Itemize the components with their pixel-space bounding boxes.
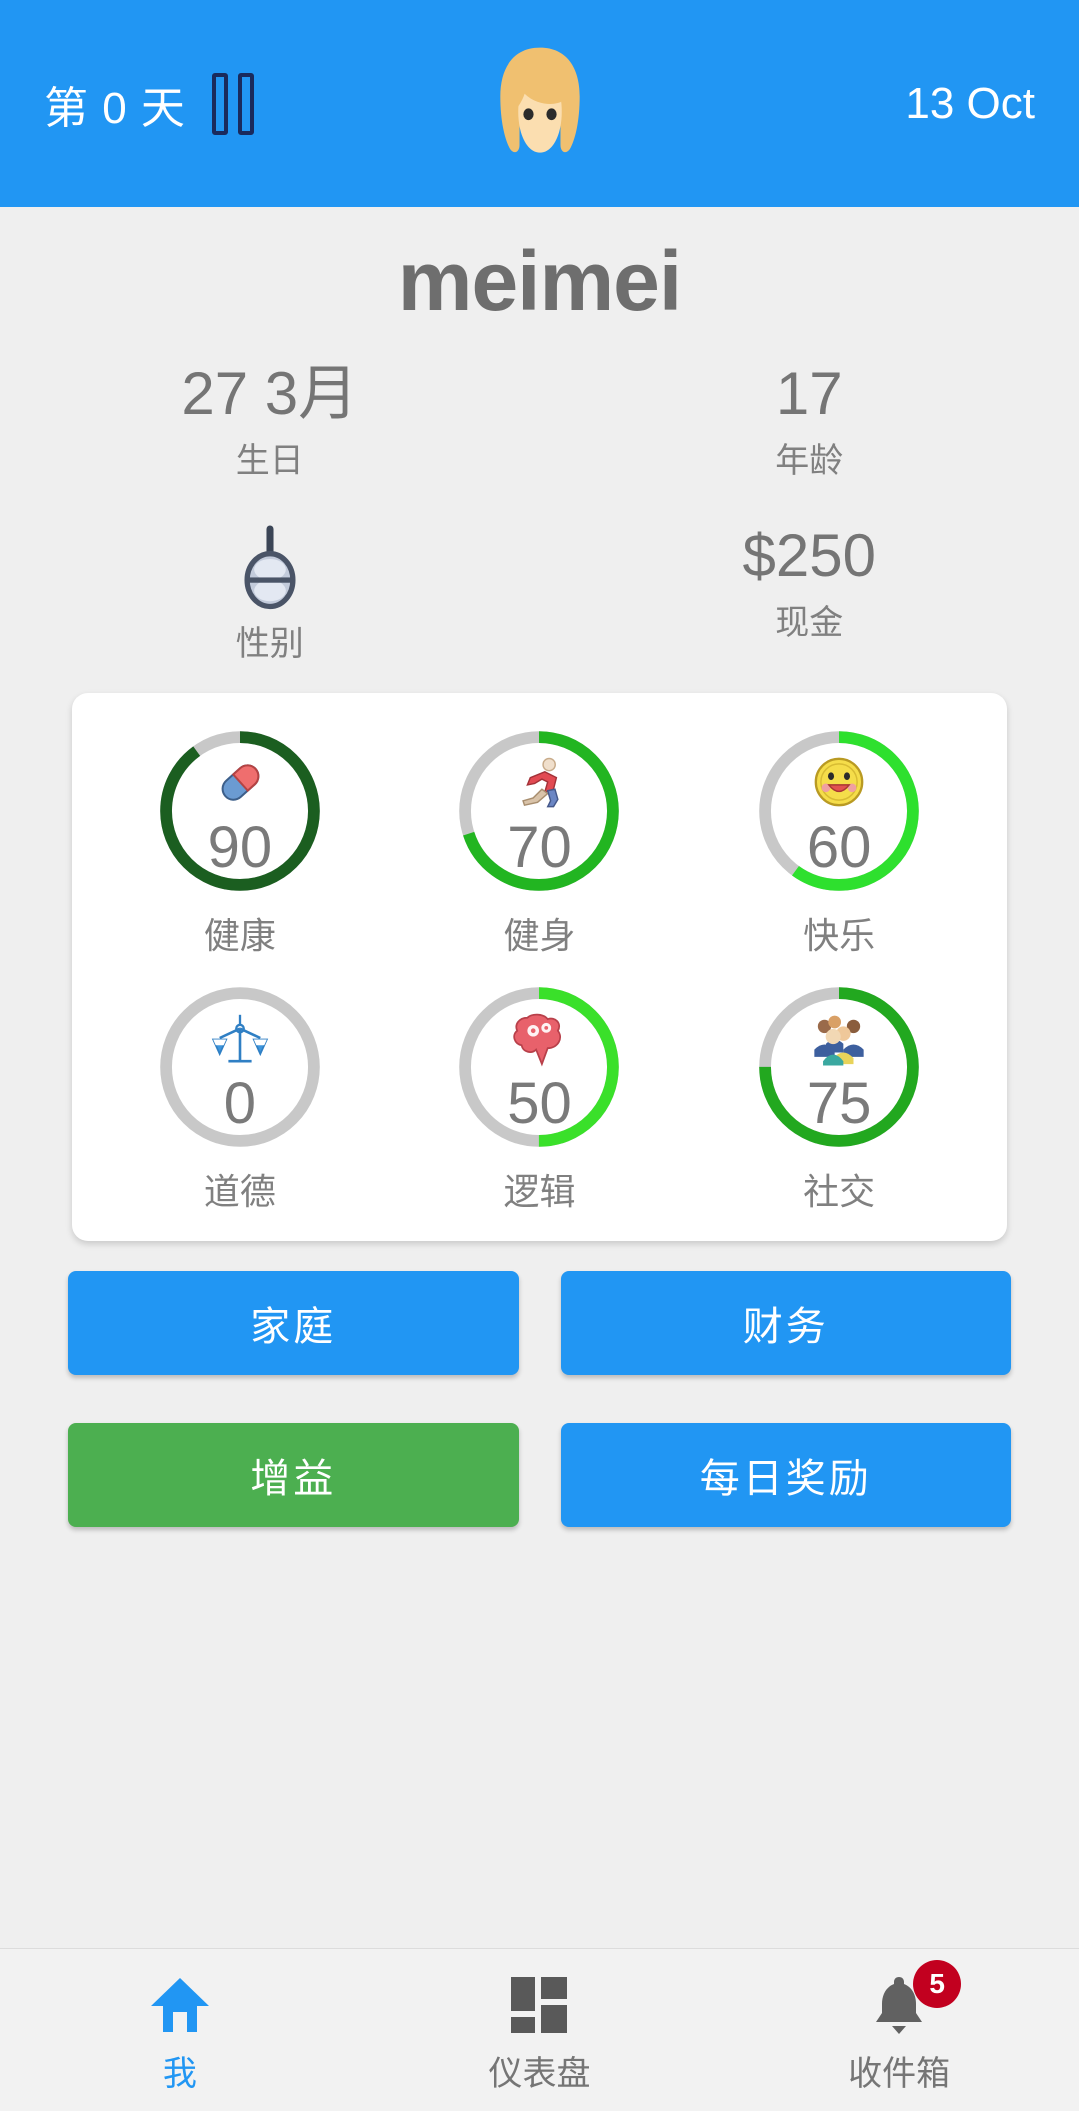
attribute-happiness[interactable]: 60 快乐: [689, 727, 989, 959]
attribute-social[interactable]: 75 社交: [689, 983, 989, 1215]
pause-bar-left: [211, 72, 228, 135]
attribute-health[interactable]: 90 健康: [90, 727, 390, 959]
attribute-label: 逻辑: [503, 1171, 576, 1213]
attribute-label: 健康: [203, 915, 276, 957]
inbox-badge: 5: [913, 1959, 962, 2008]
people-group-icon: [810, 1009, 868, 1067]
attribute-value: 70: [507, 815, 572, 881]
attributes-card: 90 健康 70 健身 60 快乐 0 道德 50 逻辑 75 社交: [72, 693, 1007, 1242]
attribute-label: 健身: [503, 915, 576, 957]
finance-button[interactable]: 财务: [560, 1271, 1011, 1376]
page-title: meimei: [397, 234, 683, 328]
pause-bar-right: [237, 72, 254, 135]
attribute-label: 快乐: [803, 915, 876, 957]
header-left-group: 第 0 天: [44, 72, 254, 136]
stat-age-label: 年龄: [775, 442, 844, 481]
daily-reward-button[interactable]: 每日奖励: [560, 1423, 1011, 1528]
attributes-row-2: 0 道德 50 逻辑 75 社交: [90, 983, 989, 1215]
attribute-value: 75: [806, 1071, 872, 1137]
buffs-button[interactable]: 增益: [68, 1423, 519, 1528]
bell-icon: 5: [871, 1959, 962, 2036]
attributes-row-1: 90 健康 70 健身 60 快乐: [90, 727, 989, 959]
stat-gender-label: 性别: [235, 625, 304, 664]
nav-item-dashboard[interactable]: 仪表盘: [360, 1949, 720, 2111]
nav-label-me: 我: [162, 2054, 197, 2093]
stat-age: 17 年龄: [540, 360, 1079, 482]
nav-item-inbox[interactable]: 5 收件箱: [719, 1949, 1079, 2111]
profile-stat-grid: 27 3月 生日 17 年龄 性别 $250 现金: [0, 360, 1079, 665]
profile-section: meimei 27 3月 生日 17 年龄 性别 $250 现金: [0, 207, 1079, 665]
nav-item-me[interactable]: 我: [0, 1949, 360, 2111]
attribute-label: 社交: [803, 1171, 876, 1213]
family-button[interactable]: 家庭: [68, 1271, 519, 1376]
attribute-value: 0: [223, 1071, 256, 1137]
attribute-ring: 50: [455, 983, 623, 1151]
app-header: 第 0 天 13 Oct: [0, 0, 1079, 207]
attribute-ring: 75: [755, 983, 923, 1151]
app-root: 第 0 天 13 Oct meimei 27 3月 生日 17 年龄 性别 $2…: [0, 0, 1079, 2111]
stat-cash-label: 现金: [775, 604, 844, 643]
attribute-morality[interactable]: 0 道德: [90, 983, 390, 1215]
home-icon: [149, 1974, 211, 2036]
stat-gender-value: [234, 522, 306, 610]
neuter-gender-icon: [244, 525, 296, 610]
avatar[interactable]: [476, 40, 604, 168]
pill-icon: [211, 753, 269, 811]
stat-age-value: 17: [775, 360, 843, 427]
attribute-fitness[interactable]: 70 健身: [390, 727, 690, 959]
attribute-logic[interactable]: 50 逻辑: [390, 983, 690, 1215]
attribute-ring: 70: [455, 727, 623, 895]
brain-icon: [510, 1009, 568, 1067]
attribute-ring: 0: [156, 983, 324, 1151]
blonde-woman-avatar-icon: [499, 47, 580, 153]
action-buttons: 家庭 财务 增益 每日奖励: [68, 1271, 1011, 1528]
balance-scale-icon: [211, 1009, 269, 1067]
day-counter: 第 0 天: [44, 83, 186, 133]
dashboard-grid-icon: [510, 1974, 568, 2036]
nav-label-dashboard: 仪表盘: [488, 2054, 591, 2093]
stat-birthday: 27 3月 生日: [0, 360, 540, 482]
header-date: 13 Oct: [905, 78, 1035, 128]
attribute-ring: 60: [755, 727, 923, 895]
attribute-value: 90: [207, 815, 273, 881]
attribute-value: 50: [507, 1071, 572, 1137]
running-person-icon: [510, 753, 568, 811]
pause-icon[interactable]: [211, 72, 254, 135]
bottom-navigation: 我 仪表盘 5 收件箱: [0, 1948, 1079, 2111]
stat-cash-value: $250: [742, 522, 876, 590]
attribute-value: 60: [806, 815, 872, 881]
attribute-ring: 90: [156, 727, 324, 895]
smiley-face-icon: [810, 753, 868, 811]
stat-gender: 性别: [0, 522, 540, 665]
stat-cash: $250 现金: [540, 522, 1079, 665]
stat-birthday-value: 27 3月: [181, 360, 359, 427]
nav-label-inbox: 收件箱: [848, 2054, 951, 2093]
attribute-label: 道德: [203, 1171, 276, 1213]
stat-birthday-label: 生日: [235, 442, 304, 481]
